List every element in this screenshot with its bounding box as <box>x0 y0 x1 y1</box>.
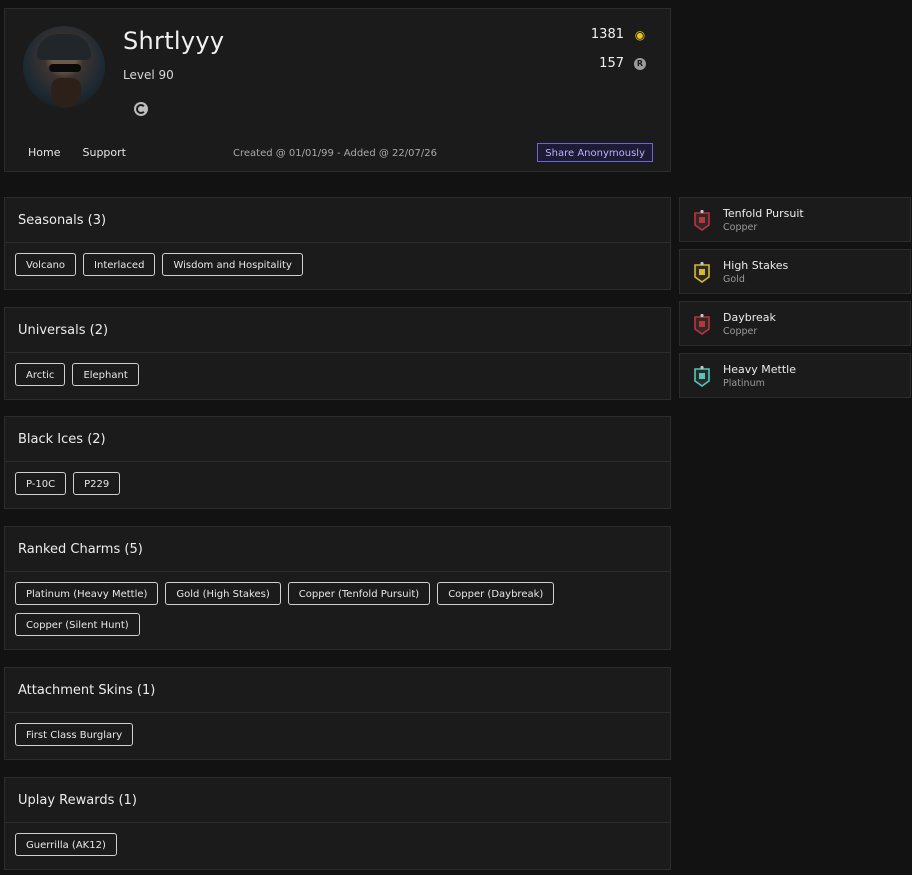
section-ranked-charms: Ranked Charms (5) Platinum (Heavy Mettle… <box>4 526 671 650</box>
renown-stat: 1381 ◉ <box>591 27 646 42</box>
skin-tag[interactable]: Copper (Daybreak) <box>437 582 555 605</box>
profile-card: Shrtlyyy Level 90 1381 ◉ 157 R Home Supp… <box>4 8 671 172</box>
skin-tag[interactable]: Interlaced <box>83 253 156 276</box>
charm-tier: Copper <box>723 326 758 337</box>
skin-tag[interactable]: Copper (Silent Hunt) <box>15 613 140 636</box>
avatar <box>23 26 105 108</box>
section-black-ices: Black Ices (2) P-10C P229 <box>4 416 671 509</box>
charm-tier: Copper <box>723 222 758 233</box>
charm-icon <box>694 365 710 387</box>
created-date: Created @ 01/01/99 - Added @ 22/07/26 <box>233 148 437 159</box>
player-level: Level 90 <box>123 68 174 82</box>
section-universals: Universals (2) Arctic Elephant <box>4 307 671 400</box>
charm-card[interactable]: High Stakes Gold <box>679 249 911 294</box>
charm-icon <box>694 313 710 335</box>
section-title: Black Ices (2) <box>5 417 670 462</box>
profile-nav: Home Support <box>28 146 126 159</box>
section-title: Attachment Skins (1) <box>5 668 670 713</box>
skin-tag[interactable]: P229 <box>73 472 121 495</box>
skin-tag[interactable]: Elephant <box>72 363 139 386</box>
skin-tag[interactable]: Arctic <box>15 363 66 386</box>
section-title: Ranked Charms (5) <box>5 527 670 572</box>
credits-value: 157 <box>599 56 624 71</box>
share-anonymously-button[interactable]: Share Anonymously <box>537 143 653 162</box>
renown-icon: ◉ <box>634 27 646 42</box>
skin-tag[interactable]: Volcano <box>15 253 77 276</box>
charm-icon <box>694 209 710 231</box>
charm-tier: Platinum <box>723 378 765 389</box>
charm-card[interactable]: Tenfold Pursuit Copper <box>679 197 911 242</box>
credits-stat: 157 R <box>599 56 646 71</box>
charm-name: Tenfold Pursuit <box>723 207 804 220</box>
renown-value: 1381 <box>590 27 624 42</box>
uplay-icon[interactable] <box>134 102 148 116</box>
nav-support[interactable]: Support <box>82 146 125 159</box>
section-uplay-rewards: Uplay Rewards (1) Guerrilla (AK12) <box>4 777 671 870</box>
charm-icon <box>694 261 710 283</box>
skin-tag[interactable]: P-10C <box>15 472 67 495</box>
charm-name: Daybreak <box>723 311 776 324</box>
section-title: Seasonals (3) <box>5 198 670 243</box>
section-seasonals: Seasonals (3) Volcano Interlaced Wisdom … <box>4 197 671 290</box>
skin-tag[interactable]: Guerrilla (AK12) <box>15 833 117 856</box>
nav-home[interactable]: Home <box>28 146 60 159</box>
skin-tag[interactable]: Wisdom and Hospitality <box>162 253 303 276</box>
section-title: Uplay Rewards (1) <box>5 778 670 823</box>
section-title: Universals (2) <box>5 308 670 353</box>
skin-tag[interactable]: Platinum (Heavy Mettle) <box>15 582 159 605</box>
skin-tag[interactable]: First Class Burglary <box>15 723 134 746</box>
charm-tier: Gold <box>723 274 745 285</box>
username: Shrtlyyy <box>123 27 225 55</box>
charm-name: High Stakes <box>723 259 789 272</box>
skin-tag[interactable]: Copper (Tenfold Pursuit) <box>287 582 431 605</box>
skin-tag[interactable]: Gold (High Stakes) <box>165 582 281 605</box>
charm-card[interactable]: Daybreak Copper <box>679 301 911 346</box>
credits-icon: R <box>634 57 646 70</box>
charm-name: Heavy Mettle <box>723 363 797 376</box>
section-attachment-skins: Attachment Skins (1) First Class Burglar… <box>4 667 671 760</box>
charm-card[interactable]: Heavy Mettle Platinum <box>679 353 911 398</box>
